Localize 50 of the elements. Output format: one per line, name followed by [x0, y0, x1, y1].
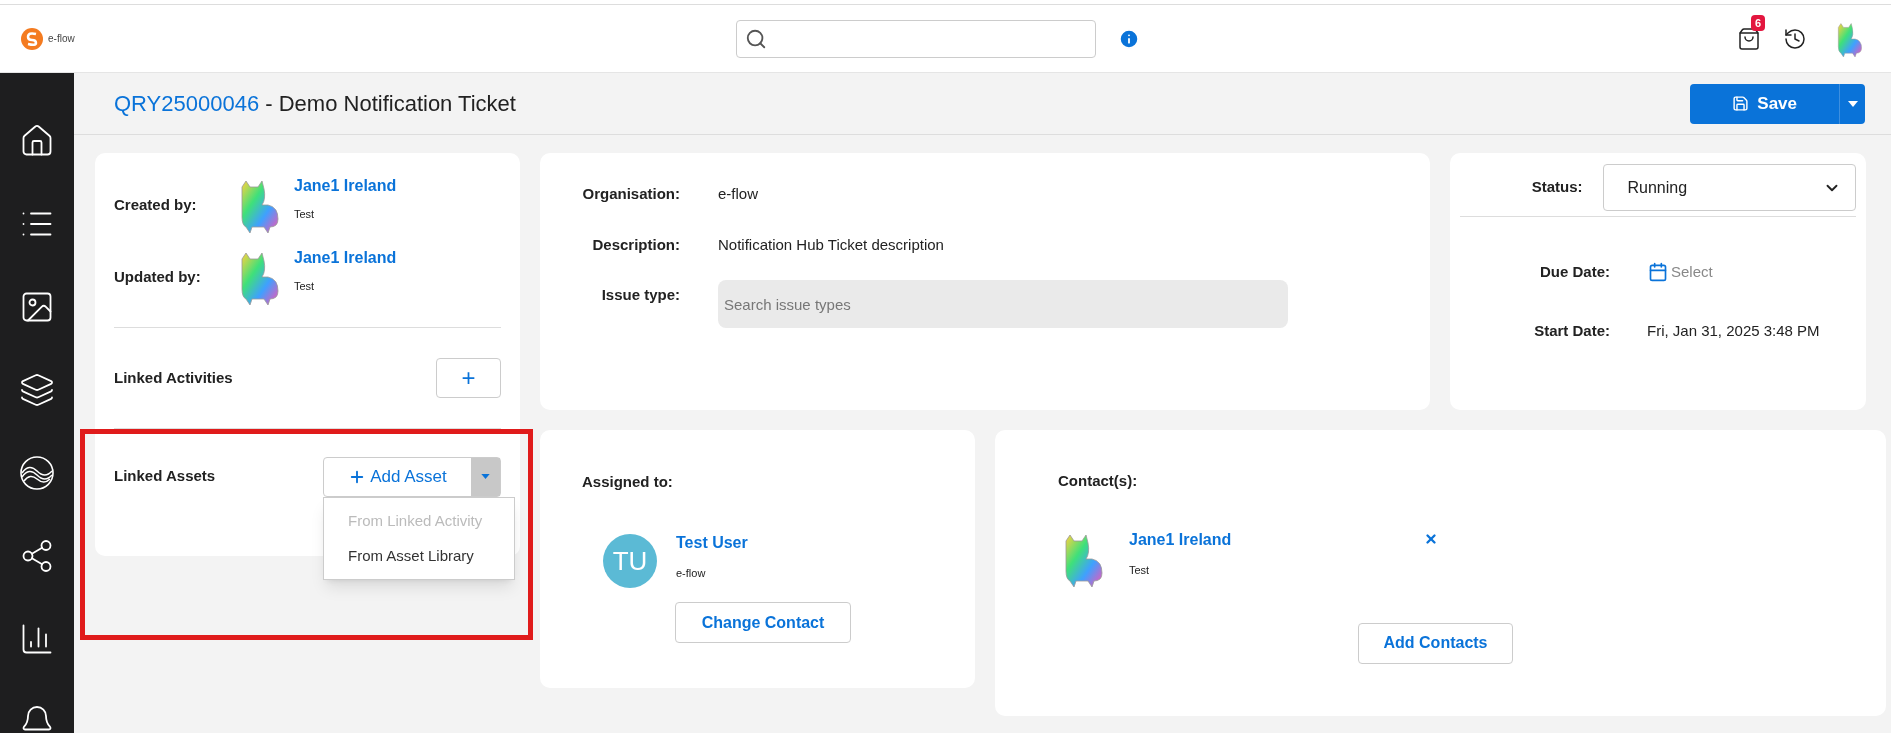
search-icon	[745, 27, 767, 50]
field-value: e-flow	[718, 184, 758, 204]
change-contact-button[interactable]: Change Contact	[675, 602, 851, 643]
add-activity-button[interactable]: +	[436, 358, 501, 398]
save-button[interactable]: Save	[1690, 83, 1839, 124]
logo-text: e-flow	[48, 32, 75, 46]
user-subtitle: Test	[294, 206, 316, 222]
user-subtitle: Test	[294, 278, 316, 294]
field-label: Created by:	[114, 194, 198, 215]
section-label: Assigned to:	[582, 473, 673, 490]
user-subtitle: Test	[1129, 563, 1151, 579]
ticket-title: - Demo Notification Ticket	[264, 91, 516, 116]
field-label: Due Date:	[1539, 262, 1610, 282]
field-label: Issue type:	[600, 285, 680, 305]
search-field[interactable]	[736, 19, 1096, 58]
section-label: Linked Activities	[114, 367, 233, 388]
caret-icon	[1847, 100, 1858, 107]
date-picker[interactable]: Select	[1648, 261, 1713, 284]
layers-icon	[19, 372, 55, 408]
field-label: Description:	[591, 234, 680, 255]
status-dropdown[interactable]: Running	[1602, 164, 1856, 211]
field-value: Fri, Jan 31, 2025 3:48 PM	[1647, 320, 1820, 341]
floppy-icon	[1732, 95, 1750, 112]
remove-icon[interactable]	[1424, 531, 1438, 546]
user-name-link[interactable]: Jane1 Ireland	[1129, 528, 1232, 553]
field-label: Status:	[1530, 177, 1583, 198]
avatar-initials: TU	[603, 534, 657, 588]
notification-badge: 6	[1751, 14, 1766, 31]
logo-icon	[20, 26, 44, 51]
ticket-id-link[interactable]: QRY25000046	[114, 91, 260, 116]
user-name-link[interactable]: Jane1 Ireland	[294, 173, 397, 198]
issue-type-field[interactable]: Search issue types	[718, 280, 1288, 328]
waves-circle-icon	[19, 455, 55, 491]
user-subtitle: e-flow	[676, 565, 707, 581]
field-label: Updated by:	[114, 266, 202, 287]
field-value: Notification Hub Ticket description	[718, 234, 944, 255]
calendar-icon	[1648, 262, 1668, 283]
field-label: Organisation:	[581, 184, 680, 204]
caret-icon	[481, 474, 490, 479]
info-icon	[1118, 27, 1140, 50]
section-label: Linked Assets	[114, 466, 217, 487]
field-label: Start Date:	[1533, 320, 1610, 341]
add-contacts-button[interactable]: Add Contacts	[1358, 622, 1513, 664]
bag-icon[interactable]	[1737, 26, 1761, 51]
history-icon[interactable]	[1783, 26, 1807, 51]
user-name-link[interactable]: Jane1 Ireland	[294, 245, 397, 270]
user-name-link[interactable]: Test User	[676, 530, 748, 555]
section-label: Contact(s):	[1058, 471, 1139, 491]
save-options-button[interactable]	[1839, 83, 1865, 124]
menu-item[interactable]: From Asset Library	[324, 538, 514, 573]
